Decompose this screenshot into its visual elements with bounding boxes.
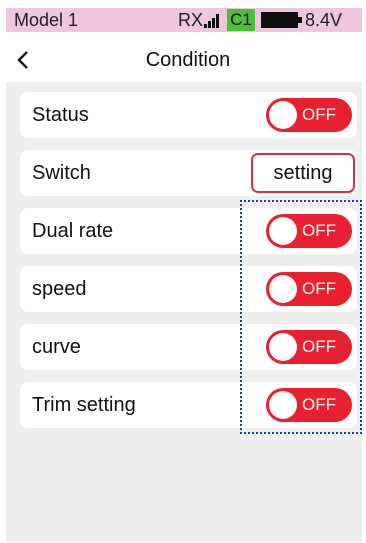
toggle-state: OFF (302, 105, 336, 124)
voltage-readout: 8.4V (305, 10, 343, 30)
switch-setting-button[interactable]: setting (251, 153, 355, 193)
toggle-knob (269, 333, 297, 361)
condition-screen: Model 1 RX C1 8.4V Condition Status OFF … (0, 0, 366, 543)
row-label: Dual rate (32, 220, 114, 242)
status-toggle[interactable]: OFF (266, 98, 352, 132)
model-name: Model 1 (14, 10, 79, 30)
trim-setting-toggle[interactable]: OFF (266, 388, 352, 422)
row-trim-setting: Trim setting OFF (20, 382, 357, 428)
toggle-knob (269, 101, 297, 129)
speed-toggle[interactable]: OFF (266, 272, 352, 306)
battery-icon (261, 12, 298, 28)
row-label: speed (32, 278, 87, 300)
row-dual-rate: Dual rate OFF (20, 208, 357, 254)
toggle-state: OFF (302, 221, 336, 240)
toggle-knob (269, 275, 297, 303)
row-label: curve (32, 336, 81, 358)
row-label: Status (32, 104, 89, 126)
toggle-knob (269, 391, 297, 419)
settings-panel: Status OFF Switch setting Dual rate OFF … (6, 82, 362, 542)
toggle-knob (269, 217, 297, 245)
row-status: Status OFF (20, 92, 357, 138)
toggle-state: OFF (302, 395, 336, 414)
dual-rate-toggle[interactable]: OFF (266, 214, 352, 248)
toggle-state: OFF (302, 279, 336, 298)
row-label: Switch (32, 162, 91, 184)
toggle-state: OFF (302, 337, 336, 356)
curve-toggle[interactable]: OFF (266, 330, 352, 364)
rx-label: RX (178, 10, 204, 30)
row-curve: curve OFF (20, 324, 357, 370)
page-title: Condition (145, 49, 231, 71)
row-speed: speed OFF (20, 266, 357, 312)
signal-bars-icon (204, 14, 222, 28)
row-switch: Switch setting (20, 150, 357, 196)
channel-badge: C1 (227, 9, 255, 31)
battery-tip (298, 17, 302, 23)
status-bar: Model 1 RX C1 8.4V (6, 8, 362, 32)
row-label: Trim setting (32, 394, 136, 416)
